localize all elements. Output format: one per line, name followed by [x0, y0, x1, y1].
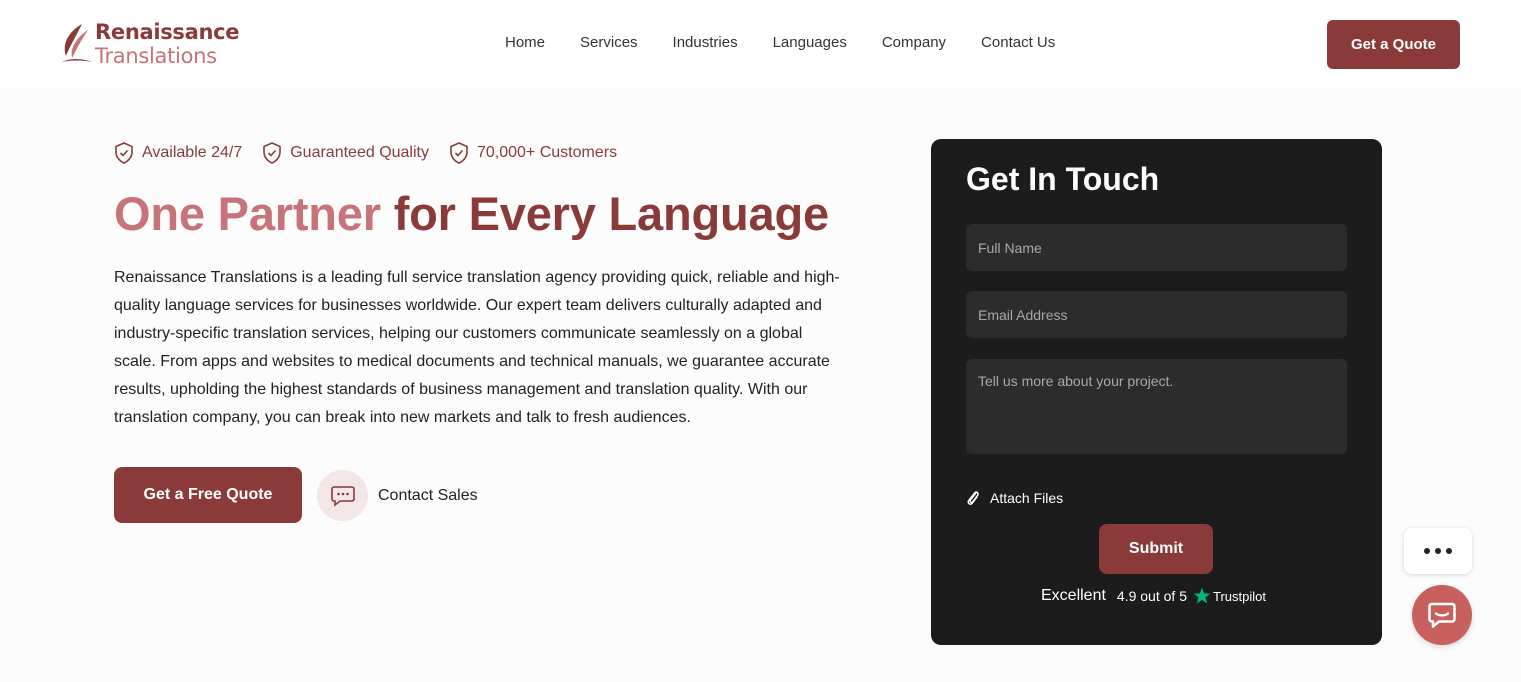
badge-label: Available 24/7 [142, 144, 243, 161]
badge-available: Available 24/7 [114, 142, 242, 164]
rating-word: Excellent [1041, 587, 1106, 604]
nav-item-home[interactable]: Home [505, 34, 545, 51]
more-dots-icon [1435, 548, 1441, 554]
rating-source: Trustpilot [1212, 588, 1266, 604]
contact-form-card: Get In Touch Attach Files Submit Excelle… [931, 139, 1382, 645]
attach-files-label: Attach Files [990, 489, 1064, 506]
trustpilot-star-icon [1193, 587, 1211, 604]
form-title: Get In Touch [966, 161, 1160, 197]
more-options-widget[interactable] [1404, 528, 1472, 574]
rating-score: 4.9 out of 5 [1116, 588, 1187, 604]
site-header: Renaissance Translations Home Services I… [0, 0, 1521, 88]
shield-check-icon [263, 142, 282, 164]
more-dots-icon [1446, 548, 1452, 554]
badge-customers: 70,000+ Customers [449, 142, 617, 164]
hero-headline: One Partner for Every Language [114, 186, 829, 241]
headline-part2: for Every Language [393, 187, 829, 240]
full-name-input[interactable] [966, 224, 1347, 271]
brand-flame-icon [62, 24, 92, 62]
nav-item-services[interactable]: Services [580, 34, 638, 51]
brand-name-line2: Translations [95, 44, 217, 68]
brand-name-line1: Renaissance [95, 20, 240, 44]
trust-badges: Available 24/7 Guaranteed Quality 70,000… [114, 142, 637, 164]
paperclip-icon [967, 491, 979, 505]
badge-label: 70,000+ Customers [476, 144, 618, 161]
shield-check-icon [450, 142, 468, 164]
attach-files-button[interactable]: Attach Files [966, 489, 1063, 506]
trustpilot-rating[interactable]: Excellent 4.9 out of 5 Trustpilot [1041, 587, 1266, 605]
get-free-quote-button[interactable]: Get a Free Quote [114, 467, 302, 523]
main-nav: Home Services Industries Languages Compa… [505, 34, 1090, 51]
badge-label: Guaranteed Quality [290, 144, 429, 161]
nav-item-industries[interactable]: Industries [673, 34, 738, 51]
get-a-quote-button[interactable]: Get a Quote [1327, 20, 1460, 69]
more-dots-icon [1424, 548, 1430, 554]
badge-quality: Guaranteed Quality [262, 142, 429, 164]
contact-sales-button[interactable]: Contact Sales [317, 470, 478, 521]
brand-logo[interactable]: Renaissance Translations [60, 18, 240, 70]
live-chat-button[interactable] [1412, 585, 1472, 645]
hero-description: Renaissance Translations is a leading fu… [114, 269, 840, 426]
chat-bubble-icon [1428, 602, 1456, 628]
submit-button[interactable]: Submit [1099, 524, 1213, 574]
contact-sales-label: Contact Sales [378, 486, 478, 504]
nav-item-company[interactable]: Company [882, 34, 946, 51]
project-message-input[interactable] [966, 359, 1347, 454]
shield-check-icon [115, 142, 133, 164]
nav-item-contact-us[interactable]: Contact Us [981, 34, 1055, 51]
email-input[interactable] [966, 291, 1347, 338]
headline-part1: One Partner [114, 187, 381, 240]
contact-sales-icon-circle [317, 470, 368, 521]
chat-icon [330, 485, 355, 507]
nav-item-languages[interactable]: Languages [773, 34, 847, 51]
